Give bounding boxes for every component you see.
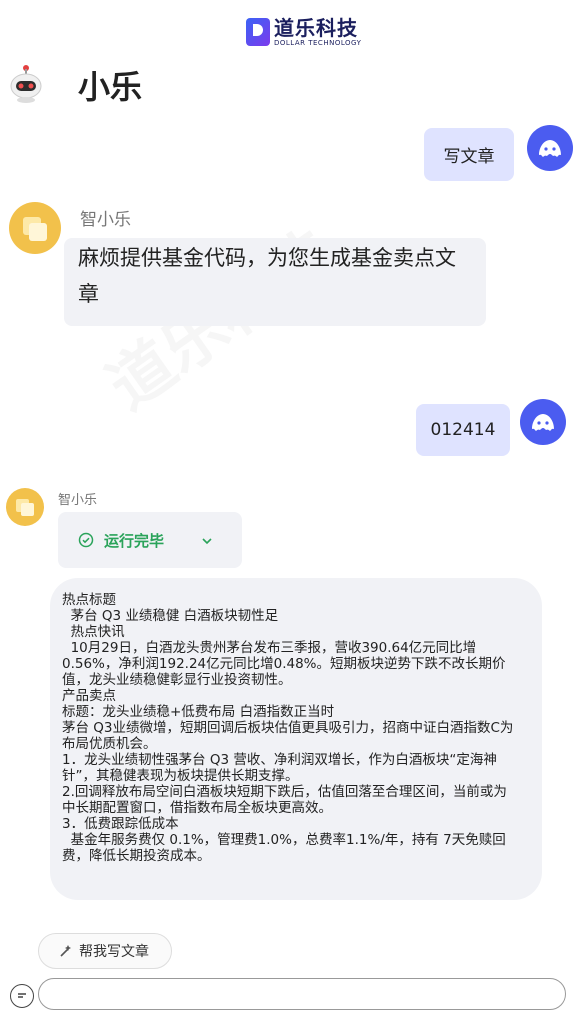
- chevron-down-icon[interactable]: [200, 533, 214, 547]
- article-line: 茅台 Q3业绩微增，短期回调后板块估值更具吸引力，招商中证白酒指数C为: [62, 720, 514, 736]
- user-message-bubble: 写文章: [424, 128, 514, 181]
- article-line: 0.56%，净利润192.24亿元同比增0.48%。短期板块逆势下跌不改长期价: [62, 656, 506, 672]
- user-message-text: 写文章: [443, 147, 495, 167]
- article-line: 费，降低长期投资成本。: [62, 848, 211, 864]
- article-line: 1．龙头业绩韧性强茅台 Q3 营收、净利润双增长，作为白酒板块“定海神: [62, 752, 497, 768]
- article-line: 中长期配置窗口，借指数布局全板块更高效。: [62, 800, 332, 816]
- article-line: 标题：龙头业绩稳+低费布局 白酒指数正当时: [62, 704, 335, 720]
- article-line: 针”，其稳健表现为板块提供长期支撑。: [62, 768, 299, 784]
- article-line: 值，龙头业绩稳健彰显行业投资韧性。: [62, 672, 292, 688]
- bot-name: 智小乐: [80, 210, 131, 230]
- message-input[interactable]: [38, 978, 566, 1010]
- chat-toggle-icon[interactable]: [10, 984, 34, 1008]
- user-avatar-icon: [520, 399, 566, 445]
- brand-logo-icon: [246, 18, 270, 46]
- bot-avatar-icon: [6, 488, 44, 526]
- run-status-text: 运行完毕: [104, 531, 165, 550]
- bot-name: 智小乐: [58, 493, 98, 508]
- check-circle-icon: [78, 532, 94, 548]
- brand-name-en: DOLLAR TECHNOLOGY: [274, 38, 362, 47]
- bot-avatar-icon: [9, 202, 61, 254]
- bot-message-bubble: 麻烦提供基金代码，为您生成基金卖点文章: [64, 238, 486, 326]
- sparkle-icon: [57, 943, 73, 959]
- article-line: 热点标题: [62, 592, 116, 608]
- article-line: 基金年服务费仅 0.1%，管理费1.0%，总费率1.1%/年，持有 7天免赎回: [62, 832, 506, 848]
- article-line: 布局优质机会。: [62, 736, 157, 752]
- bot-avatar-icon: [8, 60, 44, 104]
- run-status-card[interactable]: 运行完毕: [58, 512, 242, 568]
- article-line: 3．低费跟踪低成本: [62, 816, 179, 832]
- page-title: 小乐: [78, 68, 143, 106]
- write-article-suggestion[interactable]: 帮我写文章: [38, 933, 172, 969]
- bot-message-text: 麻烦提供基金代码，为您生成基金卖点文章: [78, 246, 456, 306]
- user-message-bubble: 012414: [416, 404, 510, 456]
- user-message-text: 012414: [430, 420, 496, 440]
- article-line: 2.回调释放布局空间白酒板块短期下跌后，估值回落至合理区间，当前或为: [62, 784, 507, 800]
- article-bubble: 热点标题 茅台 Q3 业绩稳健 白酒板块韧性足 热点快讯 10月29日，白酒龙头…: [50, 578, 542, 900]
- brand-logo: 道乐科技 DOLLAR TECHNOLOGY: [246, 14, 366, 50]
- suggestion-label: 帮我写文章: [79, 944, 149, 960]
- user-avatar-icon: [527, 125, 573, 171]
- article-body: 热点标题 茅台 Q3 业绩稳健 白酒板块韧性足 热点快讯 10月29日，白酒龙头…: [50, 578, 542, 864]
- article-line: 产品卖点: [62, 688, 116, 704]
- article-line: 10月29日，白酒龙头贵州茅台发布三季报，营收390.64亿元同比增: [62, 640, 477, 656]
- article-line: 热点快讯: [62, 624, 125, 640]
- article-line: 茅台 Q3 业绩稳健 白酒板块韧性足: [62, 608, 279, 624]
- brand-name-cn: 道乐科技: [274, 15, 358, 40]
